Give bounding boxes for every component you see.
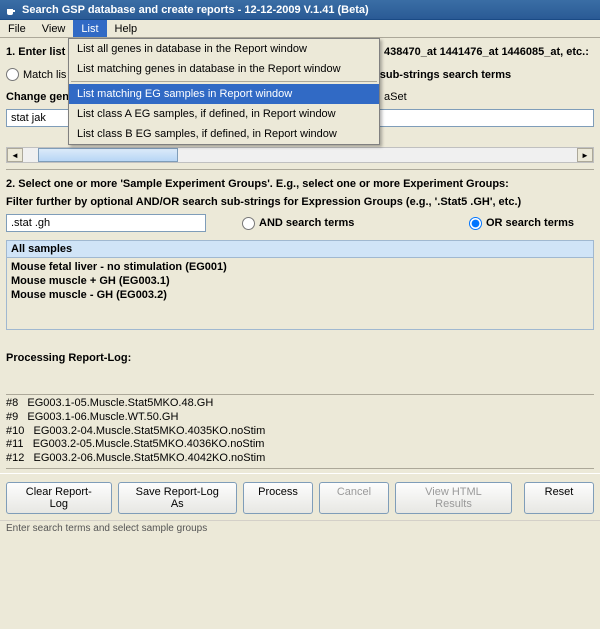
- menu-view[interactable]: View: [34, 20, 74, 37]
- view-html-button: View HTML Results: [395, 482, 512, 514]
- titlebar: Search GSP database and create reports -…: [0, 0, 600, 20]
- dropdown-separator: [71, 81, 377, 82]
- sample-row[interactable]: Mouse fetal liver - no stimulation (EG00…: [11, 260, 589, 274]
- java-icon: [4, 3, 18, 17]
- radio-match-list-label: Match lis: [23, 69, 66, 81]
- scroll-left-icon[interactable]: ◄: [7, 148, 23, 162]
- cancel-button: Cancel: [319, 482, 389, 514]
- change-gene-tail: aSet: [384, 91, 407, 103]
- radio-and[interactable]: AND search terms: [242, 217, 354, 230]
- filter-label: Filter further by optional AND/OR search…: [6, 196, 594, 208]
- report-log-label: Processing Report-Log:: [6, 352, 594, 364]
- menu-help[interactable]: Help: [107, 20, 146, 37]
- scroll-right-icon[interactable]: ►: [577, 148, 593, 162]
- dd-list-matching-genes[interactable]: List matching genes in database in the R…: [69, 59, 379, 79]
- step1-label-right: 438470_at 1441476_at 1446085_at, etc.:: [384, 46, 589, 58]
- step2-label: 2. Select one or more 'Sample Experiment…: [6, 169, 594, 190]
- window-title: Search GSP database and create reports -…: [22, 4, 369, 16]
- log-line: #9 EG003.1-06.Muscle.WT.50.GH: [6, 411, 594, 425]
- menubar: File View List Help: [0, 20, 600, 38]
- dd-list-class-a[interactable]: List class A EG samples, if defined, in …: [69, 104, 379, 124]
- sample-row[interactable]: Mouse muscle + GH (EG003.1): [11, 274, 589, 288]
- clear-log-button[interactable]: Clear Report-Log: [6, 482, 112, 514]
- radio-or[interactable]: OR search terms: [469, 217, 574, 230]
- h-scrollbar-1[interactable]: ◄ ►: [6, 147, 594, 163]
- log-line: #12 EG003.2-06.Muscle.Stat5MKO.4042KO.no…: [6, 452, 594, 466]
- menu-file[interactable]: File: [0, 20, 34, 37]
- log-line: #11 EG003.2-05.Muscle.Stat5MKO.4036KO.no…: [6, 438, 594, 452]
- menu-list[interactable]: List: [73, 20, 106, 37]
- log-line: #8 EG003.1-05.Muscle.Stat5MKO.48.GH: [6, 397, 594, 411]
- statusbar: Enter search terms and select sample gro…: [0, 520, 600, 536]
- log-line: #10 EG003.2-04.Muscle.Stat5MKO.4035KO.no…: [6, 425, 594, 439]
- step1-label-left: 1. Enter list o: [6, 46, 72, 58]
- radio-or-label: OR search terms: [486, 217, 574, 229]
- dd-list-all-genes[interactable]: List all genes in database in the Report…: [69, 39, 379, 59]
- dd-list-class-b[interactable]: List class B EG samples, if defined, in …: [69, 124, 379, 144]
- dd-list-matching-eg[interactable]: List matching EG samples in Report windo…: [69, 84, 379, 104]
- scroll-thumb[interactable]: [38, 148, 178, 162]
- radio-or-input[interactable]: [469, 217, 482, 230]
- sample-list[interactable]: Mouse fetal liver - no stimulation (EG00…: [6, 258, 594, 330]
- radio-and-input[interactable]: [242, 217, 255, 230]
- scroll-track[interactable]: [23, 148, 577, 162]
- and-or-row: AND search terms OR search terms: [6, 214, 594, 232]
- radio-match-list-input[interactable]: [6, 68, 19, 81]
- report-log[interactable]: #8 EG003.1-05.Muscle.Stat5MKO.48.GH #9 E…: [6, 394, 594, 469]
- reset-button[interactable]: Reset: [524, 482, 594, 514]
- samples-header: All samples: [6, 240, 594, 258]
- list-dropdown: List all genes in database in the Report…: [68, 38, 380, 145]
- radio-match-list[interactable]: Match lis: [6, 68, 66, 81]
- change-gene-label: Change gene: [6, 91, 72, 103]
- sample-row[interactable]: Mouse muscle - GH (EG003.2): [11, 288, 589, 302]
- process-button[interactable]: Process: [243, 482, 313, 514]
- button-row: Clear Report-Log Save Report-Log As Proc…: [0, 473, 600, 520]
- save-log-button[interactable]: Save Report-Log As: [118, 482, 237, 514]
- filter-input[interactable]: [6, 214, 206, 232]
- radio-and-label: AND search terms: [259, 217, 354, 229]
